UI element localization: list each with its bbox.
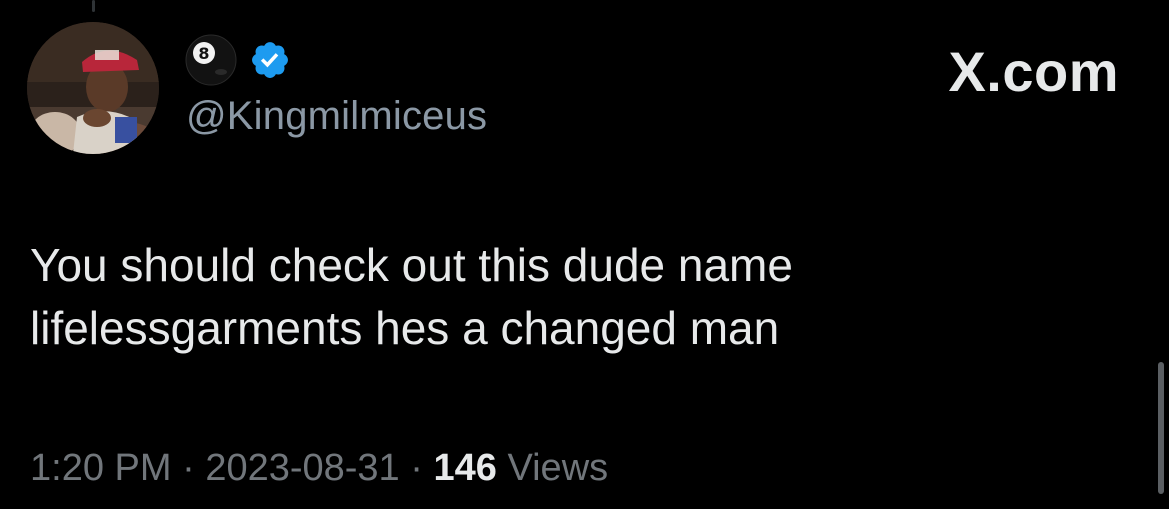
thread-connector-line [92,0,95,12]
meta-separator: · [410,447,423,489]
tweet-date[interactable]: 2023-08-31 [205,447,399,489]
pool-8-ball-icon: 8 [185,34,237,86]
avatar[interactable] [27,22,159,154]
verified-badge-icon[interactable] [249,39,291,81]
avatar-photo [27,22,159,154]
tweet-text-line-1: You should check out this dude name [30,239,793,291]
display-name-row: 8 [185,34,291,86]
eight-ball-number: 8 [198,44,209,63]
tweet-metadata: 1:20 PM · 2023-08-31 · 146 Views [30,444,608,492]
views-label: Views [507,447,609,489]
user-handle[interactable]: @Kingmilmiceus [186,92,487,140]
tweet-text: You should check out this dude name life… [30,234,1010,360]
scrollbar-thumb[interactable] [1158,362,1164,494]
meta-separator: · [182,447,195,489]
brand-text: X.com [948,40,1119,103]
views-count[interactable]: 146 [433,447,496,489]
tweet-text-line-2: lifelessgarments hes a changed man [30,302,780,354]
brand-watermark: X.com [948,42,1119,102]
tweet-time[interactable]: 1:20 PM [30,447,172,489]
